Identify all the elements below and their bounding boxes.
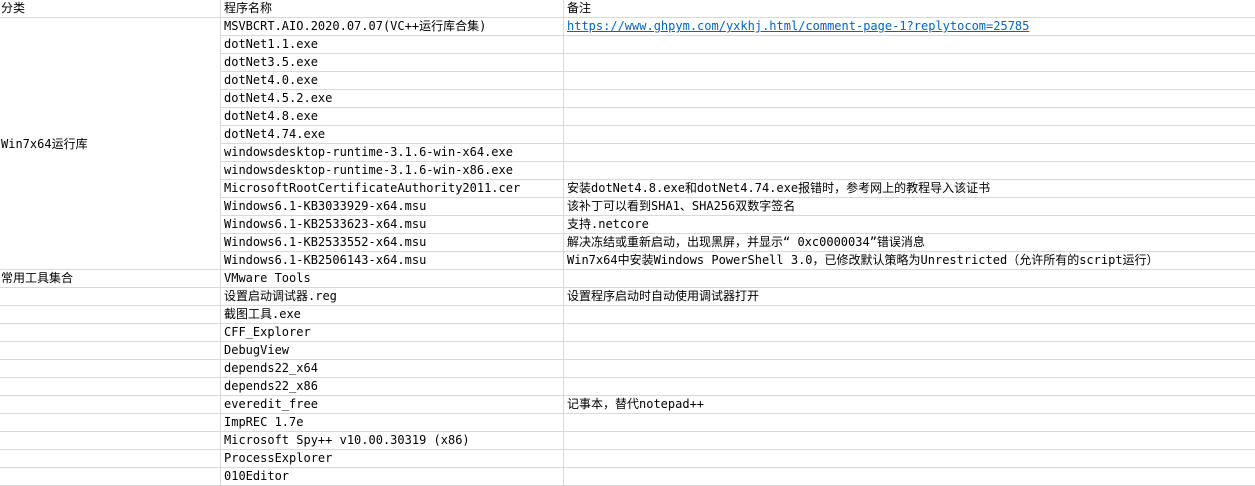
- category-cell[interactable]: [0, 468, 221, 485]
- program-name-cell[interactable]: depends22_x64: [221, 360, 564, 377]
- note-cell[interactable]: [564, 378, 1255, 395]
- table-row: DebugView: [0, 342, 1255, 360]
- note-cell[interactable]: [564, 306, 1255, 323]
- note-cell[interactable]: 解决冻结或重新启动，出现黑屏，并显示“ 0xc0000034”错误消息: [564, 234, 1255, 251]
- note-cell[interactable]: [564, 126, 1255, 143]
- table-row: 截图工具.exe: [0, 306, 1255, 324]
- header-note[interactable]: 备注: [564, 0, 1255, 17]
- program-name-cell[interactable]: VMware Tools: [221, 270, 564, 287]
- table-row: Microsoft Spy++ v10.00.30319 (x86): [0, 432, 1255, 450]
- note-cell[interactable]: 安装dotNet4.8.exe和dotNet4.74.exe报错时，参考网上的教…: [564, 180, 1255, 197]
- category-cell[interactable]: [0, 306, 221, 323]
- program-name-cell[interactable]: dotNet4.8.exe: [221, 108, 564, 125]
- program-name-cell[interactable]: MSVBCRT.AIO.2020.07.07(VC++运行库合集): [221, 18, 564, 35]
- note-cell[interactable]: https://www.ghpym.com/yxkhj.html/comment…: [564, 18, 1255, 35]
- category-cell[interactable]: [0, 324, 221, 341]
- note-cell[interactable]: [564, 144, 1255, 161]
- note-cell[interactable]: [564, 90, 1255, 107]
- table-row: everedit_free 记事本，替代notepad++: [0, 396, 1255, 414]
- program-name-cell[interactable]: dotNet3.5.exe: [221, 54, 564, 71]
- table-row: depends22_x64: [0, 360, 1255, 378]
- category-cell[interactable]: [0, 360, 221, 377]
- program-name-cell[interactable]: Windows6.1-KB2533552-x64.msu: [221, 234, 564, 251]
- note-cell[interactable]: [564, 414, 1255, 431]
- program-name-cell[interactable]: windowsdesktop-runtime-3.1.6-win-x64.exe: [221, 144, 564, 161]
- note-cell[interactable]: 设置程序启动时自动使用调试器打开: [564, 288, 1255, 305]
- note-cell[interactable]: 该补丁可以看到SHA1、SHA256双数字签名: [564, 198, 1255, 215]
- program-name-cell[interactable]: 010Editor: [221, 468, 564, 485]
- program-name-cell[interactable]: 截图工具.exe: [221, 306, 564, 323]
- note-cell[interactable]: [564, 468, 1255, 485]
- note-cell[interactable]: [564, 270, 1255, 287]
- note-cell[interactable]: [564, 324, 1255, 341]
- table-row: 常用工具集合 VMware Tools: [0, 270, 1255, 288]
- category-cell[interactable]: [0, 378, 221, 395]
- program-name-cell[interactable]: 设置启动调试器.reg: [221, 288, 564, 305]
- program-name-cell[interactable]: dotNet4.0.exe: [221, 72, 564, 89]
- program-name-cell[interactable]: ProcessExplorer: [221, 450, 564, 467]
- note-cell[interactable]: [564, 342, 1255, 359]
- header-program-name[interactable]: 程序名称: [221, 0, 564, 17]
- note-cell[interactable]: 支持.netcore: [564, 216, 1255, 233]
- program-name-cell[interactable]: Microsoft Spy++ v10.00.30319 (x86): [221, 432, 564, 449]
- table-row: ImpREC 1.7e: [0, 414, 1255, 432]
- note-cell[interactable]: [564, 162, 1255, 179]
- program-name-cell[interactable]: dotNet4.5.2.exe: [221, 90, 564, 107]
- program-name-cell[interactable]: Windows6.1-KB3033929-x64.msu: [221, 198, 564, 215]
- note-cell[interactable]: [564, 36, 1255, 53]
- program-name-cell[interactable]: ImpREC 1.7e: [221, 414, 564, 431]
- category-cell[interactable]: [0, 432, 221, 449]
- note-cell[interactable]: [564, 450, 1255, 467]
- program-name-cell[interactable]: DebugView: [221, 342, 564, 359]
- program-name-cell[interactable]: depends22_x86: [221, 378, 564, 395]
- program-name-cell[interactable]: MicrosoftRootCertificateAuthority2011.ce…: [221, 180, 564, 197]
- category-cell[interactable]: [0, 396, 221, 413]
- category-label: Win7x64运行库: [1, 137, 88, 151]
- program-name-cell[interactable]: Windows6.1-KB2533623-x64.msu: [221, 216, 564, 233]
- category-cell[interactable]: 常用工具集合: [0, 270, 221, 287]
- program-name-cell[interactable]: everedit_free: [221, 396, 564, 413]
- note-cell[interactable]: [564, 72, 1255, 89]
- category-cell[interactable]: [0, 342, 221, 359]
- note-cell[interactable]: [564, 54, 1255, 71]
- program-name-cell[interactable]: Windows6.1-KB2506143-x64.msu: [221, 252, 564, 269]
- program-name-cell[interactable]: CFF_Explorer: [221, 324, 564, 341]
- table-row: 010Editor: [0, 468, 1255, 486]
- header-row: 分类 程序名称 备注: [0, 0, 1255, 18]
- program-name-cell[interactable]: dotNet1.1.exe: [221, 36, 564, 53]
- note-cell[interactable]: [564, 432, 1255, 449]
- note-cell[interactable]: Win7x64中安装Windows PowerShell 3.0，已修改默认策略…: [564, 252, 1255, 269]
- table-row: ProcessExplorer: [0, 450, 1255, 468]
- program-name-cell[interactable]: dotNet4.74.exe: [221, 126, 564, 143]
- note-cell[interactable]: [564, 360, 1255, 377]
- merged-category-cell[interactable]: Win7x64运行库: [0, 18, 220, 269]
- category-cell[interactable]: [0, 288, 221, 305]
- table-row: CFF_Explorer: [0, 324, 1255, 342]
- note-link[interactable]: https://www.ghpym.com/yxkhj.html/comment…: [567, 19, 1029, 33]
- table-row: 设置启动调试器.reg 设置程序启动时自动使用调试器打开: [0, 288, 1255, 306]
- note-cell[interactable]: 记事本，替代notepad++: [564, 396, 1255, 413]
- header-category[interactable]: 分类: [0, 0, 221, 17]
- table-row: depends22_x86: [0, 378, 1255, 396]
- note-cell[interactable]: [564, 108, 1255, 125]
- category-cell[interactable]: [0, 414, 221, 431]
- program-name-cell[interactable]: windowsdesktop-runtime-3.1.6-win-x86.exe: [221, 162, 564, 179]
- category-cell[interactable]: [0, 450, 221, 467]
